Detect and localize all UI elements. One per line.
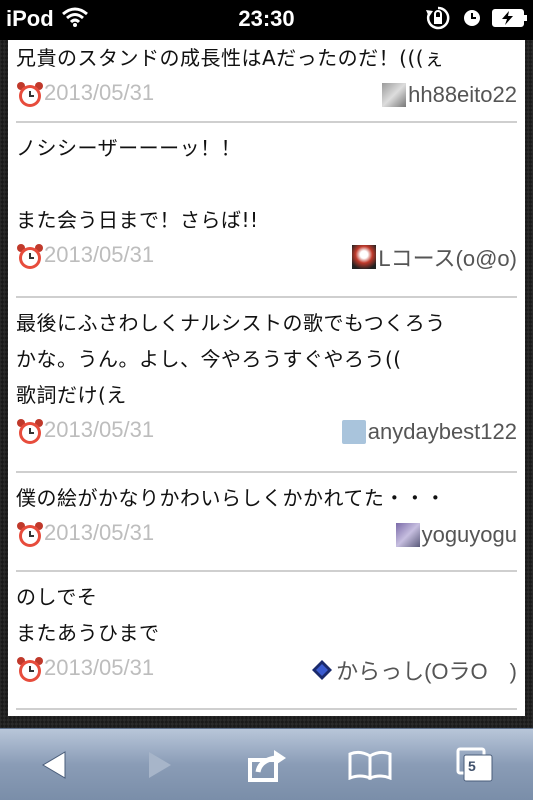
share-icon (248, 750, 286, 782)
list-item: のしでそ またあうひまで 2013/05/31 からっし(OラO ) (16, 572, 517, 710)
tabs-button[interactable]: 5 (452, 743, 500, 787)
comment-list: 兄貴のスタンドの成長性はAだったのだ！(((ぇ 2013/05/31 hh88e… (8, 40, 525, 716)
post-meta: 2013/05/31 anydaybest122 (16, 413, 517, 451)
post-user[interactable]: からっし(OラO ) (310, 655, 517, 685)
page-background: 兄貴のスタンドの成長性はAだったのだ！(((ぇ 2013/05/31 hh88e… (0, 40, 533, 728)
alarm-clock-icon (17, 522, 43, 547)
clock-time: 23:30 (238, 6, 295, 31)
alarm-clock-icon (17, 419, 43, 444)
rotation-lock-icon (426, 6, 450, 30)
list-item: 僕の絵がかなりかわいらしくかかれてた・・・ 2013/05/31 yoguyog… (16, 473, 517, 572)
list-item: 最後にふさわしくナルシストの歌でもつくろう かな。うん。よし、今やろうすぐやろう… (16, 298, 517, 473)
post-user[interactable]: Lコース(o@o) (352, 242, 517, 272)
avatar[interactable] (352, 245, 377, 269)
post-date: 2013/05/31 (44, 80, 155, 105)
alarm-clock-icon (17, 244, 43, 269)
username[interactable]: hh88eito22 (408, 82, 517, 108)
alarm-clock-icon (464, 10, 480, 26)
bookmarks-icon (348, 750, 392, 780)
forward-icon (149, 752, 171, 778)
post-user[interactable]: yoguyogu (395, 520, 517, 550)
post-text: 兄貴のスタンドの成長性はAだったのだ！(((ぇ (16, 46, 445, 70)
avatar[interactable] (382, 83, 407, 107)
back-icon (42, 751, 66, 779)
forward-button[interactable] (136, 743, 184, 787)
post-text: のしでそ またあうひまで (16, 585, 160, 645)
username[interactable]: anydaybest122 (368, 419, 517, 445)
tab-count: 5 (468, 758, 476, 774)
alarm-clock-icon (17, 657, 43, 682)
alarm-clock-icon (17, 82, 43, 107)
avatar[interactable] (341, 420, 366, 444)
back-button[interactable] (30, 743, 78, 787)
post-text: 最後にふさわしくナルシストの歌でもつくろう かな。うん。よし、今やろうすぐやろう… (16, 311, 446, 407)
battery-charging-icon (492, 9, 527, 27)
post-meta: 2013/05/31 Lコース(o@o) (16, 238, 517, 276)
post-meta: 2013/05/31 からっし(OラO ) (16, 651, 517, 689)
list-item: 兄貴のスタンドの成長性はAだったのだ！(((ぇ 2013/05/31 hh88e… (16, 40, 517, 123)
list-item: ノシシーザーーーッ！！ また会う日まで！さらば!! 2013/05/31 Lコー… (16, 123, 517, 298)
post-user[interactable]: anydaybest122 (341, 417, 517, 447)
post-text: 僕の絵がかなりかわいらしくかかれてた・・・ (16, 486, 446, 510)
username[interactable]: Lコース(o@o) (378, 241, 517, 273)
post-date: 2013/05/31 (44, 655, 155, 680)
status-bar: iPod 23:30 (0, 0, 533, 40)
post-text: ノシシーザーーーッ！！ また会う日まで！さらば!! (16, 136, 259, 232)
post-date: 2013/05/31 (44, 242, 155, 267)
avatar[interactable] (395, 523, 420, 547)
bookmarks-button[interactable] (346, 743, 394, 787)
browser-toolbar: 5 (0, 728, 533, 800)
avatar[interactable] (310, 658, 334, 682)
post-date: 2013/05/31 (44, 417, 155, 442)
post-meta: 2013/05/31 hh88eito22 (16, 76, 517, 114)
post-date: 2013/05/31 (44, 520, 155, 545)
username[interactable]: yoguyogu (422, 522, 517, 548)
tabs-icon (456, 747, 493, 782)
username[interactable]: からっし(OラO ) (336, 654, 517, 686)
post-user[interactable]: hh88eito22 (382, 80, 517, 110)
share-button[interactable] (244, 743, 292, 787)
post-meta: 2013/05/31 yoguyogu (16, 516, 517, 554)
